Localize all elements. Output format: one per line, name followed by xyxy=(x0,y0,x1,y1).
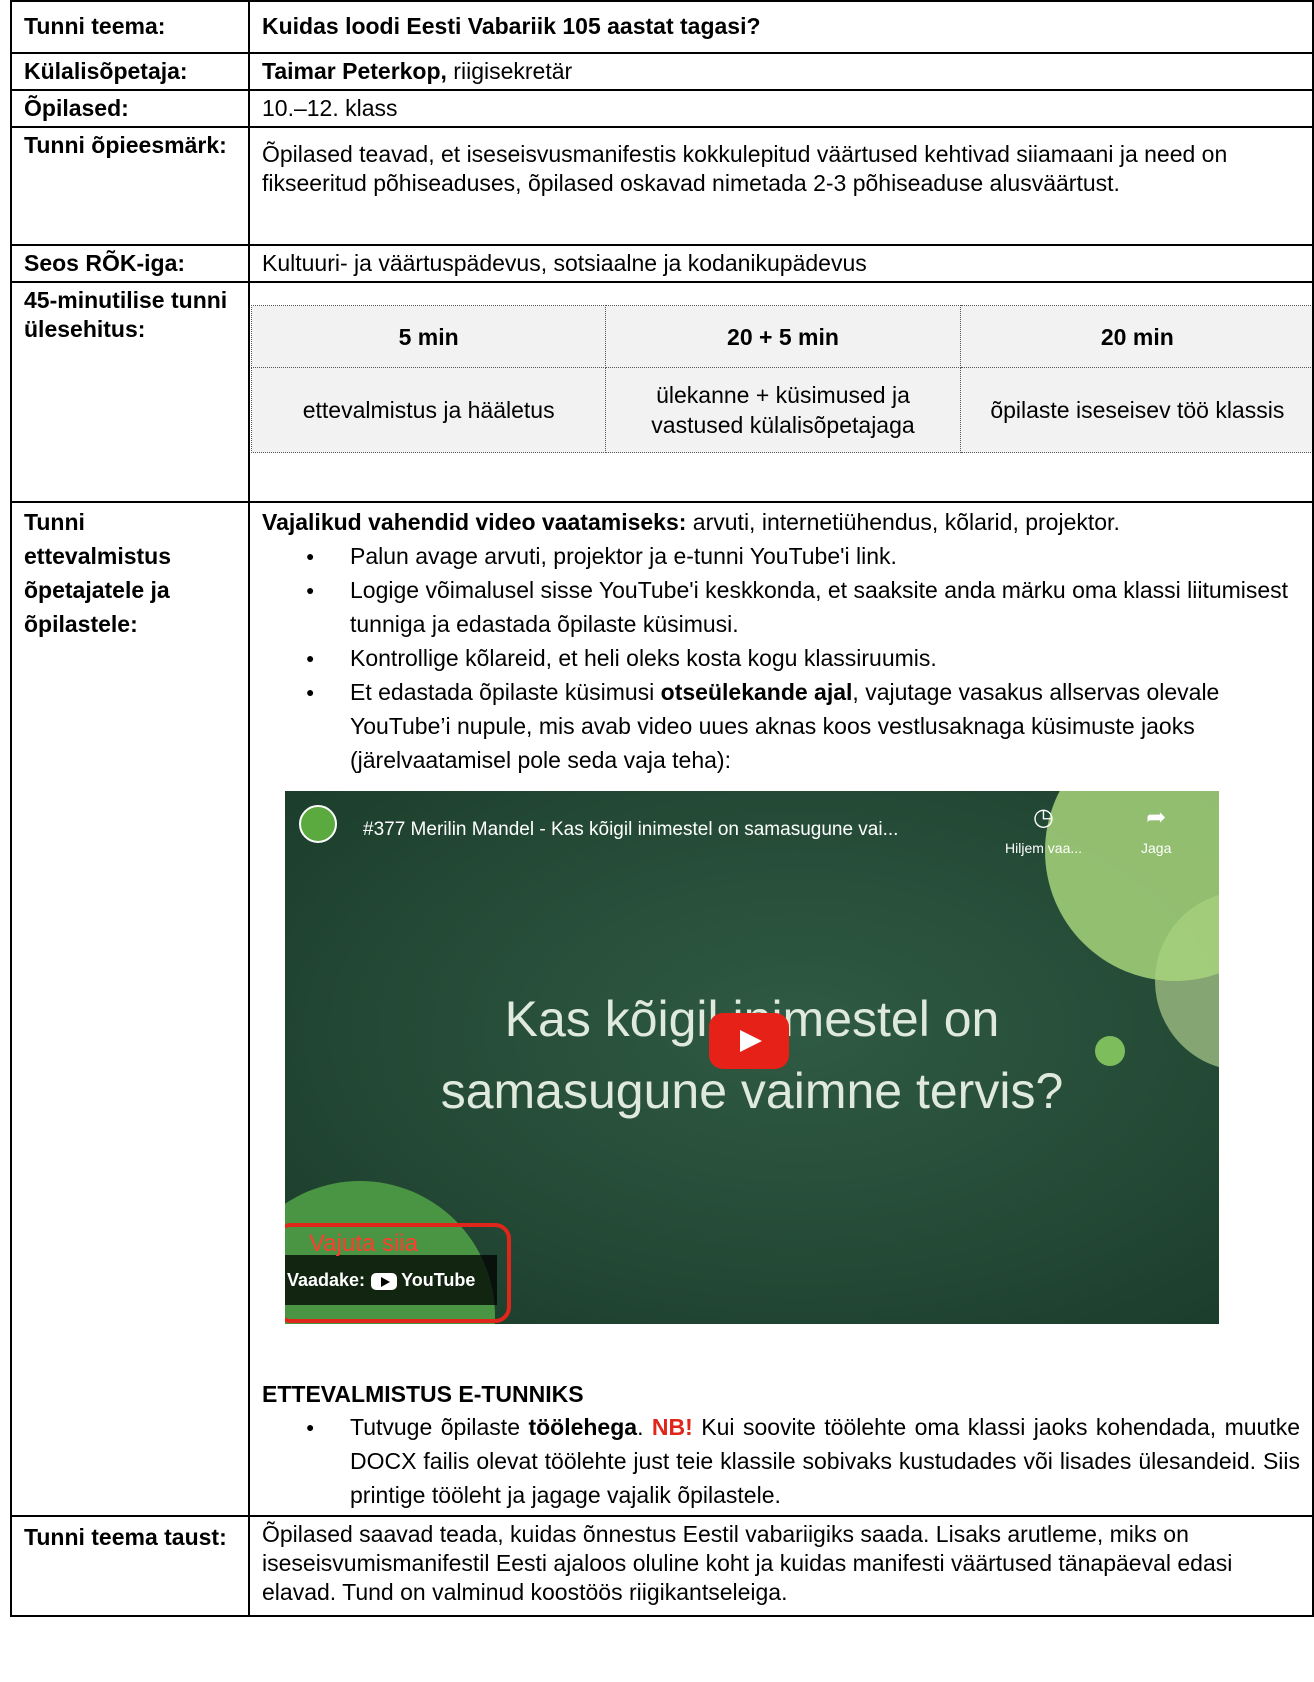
label-taust: Tunni teema taust: xyxy=(10,1515,250,1617)
share-icon: ➦ xyxy=(1146,804,1167,831)
bullet4-bold: otseülekande ajal xyxy=(660,679,853,705)
materials-line: Vajalikud vahendid video vaatamiseks: ar… xyxy=(262,505,1300,539)
youtube-video-embed[interactable]: #377 Merilin Mandel - Kas kõigil inimest… xyxy=(285,791,1219,1324)
annotation-click-here: Vajuta siia xyxy=(309,1230,418,1257)
label-kulalisopetaja: Külalisõpetaja: xyxy=(10,52,250,91)
value-eesmark: Õpilased teavad, et iseseisvusmanifestis… xyxy=(248,126,1314,246)
schedule-cell-1: ettevalmistus ja hääletus xyxy=(250,367,607,453)
video-title[interactable]: #377 Merilin Mandel - Kas kõigil inimest… xyxy=(363,813,898,847)
materials-label: Vajalikud vahendid video vaatamiseks: xyxy=(262,509,687,535)
guest-role: riigisekretär xyxy=(446,58,573,84)
clock-icon: ◷ xyxy=(1033,804,1054,831)
thumbnail-text-line-2: samasugune vaimne tervis? xyxy=(440,1063,1064,1119)
value-teema: Kuidas loodi Eesti Vabariik 105 aastat t… xyxy=(248,0,1314,54)
row-ulesehitus: 45-minutilise tunni ülesehitus: 5 min 20… xyxy=(10,281,1314,503)
worksheet-link-text: töölehega xyxy=(528,1414,638,1440)
value-taust: Õpilased saavad teada, kuidas õnnestus E… xyxy=(248,1515,1314,1617)
schedule-content-row: ettevalmistus ja hääletus ülekanne + küs… xyxy=(250,367,1314,453)
channel-logo-icon[interactable] xyxy=(299,805,337,843)
e-text-b: . xyxy=(637,1414,652,1440)
guest-name: Taimar Peterkop, xyxy=(262,58,447,84)
value-opilased: 10.–12. klass xyxy=(248,89,1314,128)
row-kulalisopetaja: Külalisõpetaja: Taimar Peterkop, riigise… xyxy=(10,52,1314,91)
label-teema: Tunni teema: xyxy=(10,0,250,54)
schedule-header-3: 20 min xyxy=(959,305,1314,368)
schedule-table: 5 min 20 + 5 min 20 min ettevalmistus ja… xyxy=(250,305,1314,453)
value-kulalisopetaja: Taimar Peterkop, riigisekretär xyxy=(248,52,1314,91)
value-ettevalmistus: Vajalikud vahendid video vaatamiseks: ar… xyxy=(248,501,1314,1517)
row-eesmark: Tunni õpieesmärk: Õpilased teavad, et is… xyxy=(10,126,1314,246)
play-button-icon[interactable] xyxy=(709,1013,789,1069)
prep-bullet-3: Kontrollige kõlareid, et heli oleks kost… xyxy=(262,641,1300,675)
e-lesson-bullet-list: Tutvuge õpilaste töölehega. NB! Kui soov… xyxy=(262,1410,1300,1512)
label-ettevalmistus: Tunni ettevalmistus õpetajatele ja õpila… xyxy=(10,501,250,1517)
row-teema: Tunni teema: Kuidas loodi Eesti Vabariik… xyxy=(10,0,1314,54)
prep-bullet-list: Palun avage arvuti, projektor ja e-tunni… xyxy=(262,539,1300,777)
label-seos: Seos RÕK-iga: xyxy=(10,244,250,283)
watch-later-button[interactable]: ◷ Hiljem vaa... xyxy=(1005,805,1082,865)
share-label: Jaga xyxy=(1141,840,1172,856)
prep-bullet-4: Et edastada õpilaste küsimusi otseülekan… xyxy=(262,675,1300,777)
label-opilased: Õpilased: xyxy=(10,89,250,128)
lesson-plan-document: Tunni teema: Kuidas loodi Eesti Vabariik… xyxy=(10,0,1314,1617)
bullet4-text-a: Et edastada õpilaste küsimusi xyxy=(350,679,661,705)
prep-bullet-2: Logige võimalusel sisse YouTube'i keskko… xyxy=(262,573,1300,641)
row-seos: Seos RÕK-iga: Kultuuri- ja väärtuspädevu… xyxy=(10,244,1314,283)
schedule-cell-2: ülekanne + küsimused ja vastused külalis… xyxy=(605,367,961,453)
schedule-header-2: 20 + 5 min xyxy=(605,305,961,368)
row-opilased: Õpilased: 10.–12. klass xyxy=(10,89,1314,128)
materials-list: arvuti, internetiühendus, kõlarid, proje… xyxy=(686,509,1120,535)
schedule-cell-3: õpilaste iseseisev töö klassis xyxy=(959,367,1314,453)
value-ulesehitus: 5 min 20 + 5 min 20 min ettevalmistus ja… xyxy=(248,281,1314,503)
schedule-header-1: 5 min xyxy=(250,305,607,368)
value-seos: Kultuuri- ja väärtuspädevus, sotsiaalne … xyxy=(248,244,1314,283)
e-text-a: Tutvuge õpilaste xyxy=(350,1414,529,1440)
row-ettevalmistus: Tunni ettevalmistus õpetajatele ja õpila… xyxy=(10,501,1314,1517)
prep-bullet-1: Palun avage arvuti, projektor ja e-tunni… xyxy=(262,539,1300,573)
share-button[interactable]: ➦ Jaga xyxy=(1141,805,1171,865)
lesson-plan-table: Tunni teema: Kuidas loodi Eesti Vabariik… xyxy=(10,0,1314,1617)
nb-note: NB! xyxy=(651,1414,693,1440)
schedule-header-row: 5 min 20 + 5 min 20 min xyxy=(250,305,1314,368)
e-lesson-bullet: Tutvuge õpilaste töölehega. NB! Kui soov… xyxy=(262,1410,1300,1512)
label-ulesehitus: 45-minutilise tunni ülesehitus: xyxy=(10,281,250,503)
row-taust: Tunni teema taust: Õpilased saavad teada… xyxy=(10,1515,1314,1617)
e-lesson-heading: ETTEVALMISTUS E-TUNNIKS xyxy=(262,1381,584,1407)
label-eesmark: Tunni õpieesmärk: xyxy=(10,126,250,246)
watch-later-label: Hiljem vaa... xyxy=(1005,840,1083,856)
